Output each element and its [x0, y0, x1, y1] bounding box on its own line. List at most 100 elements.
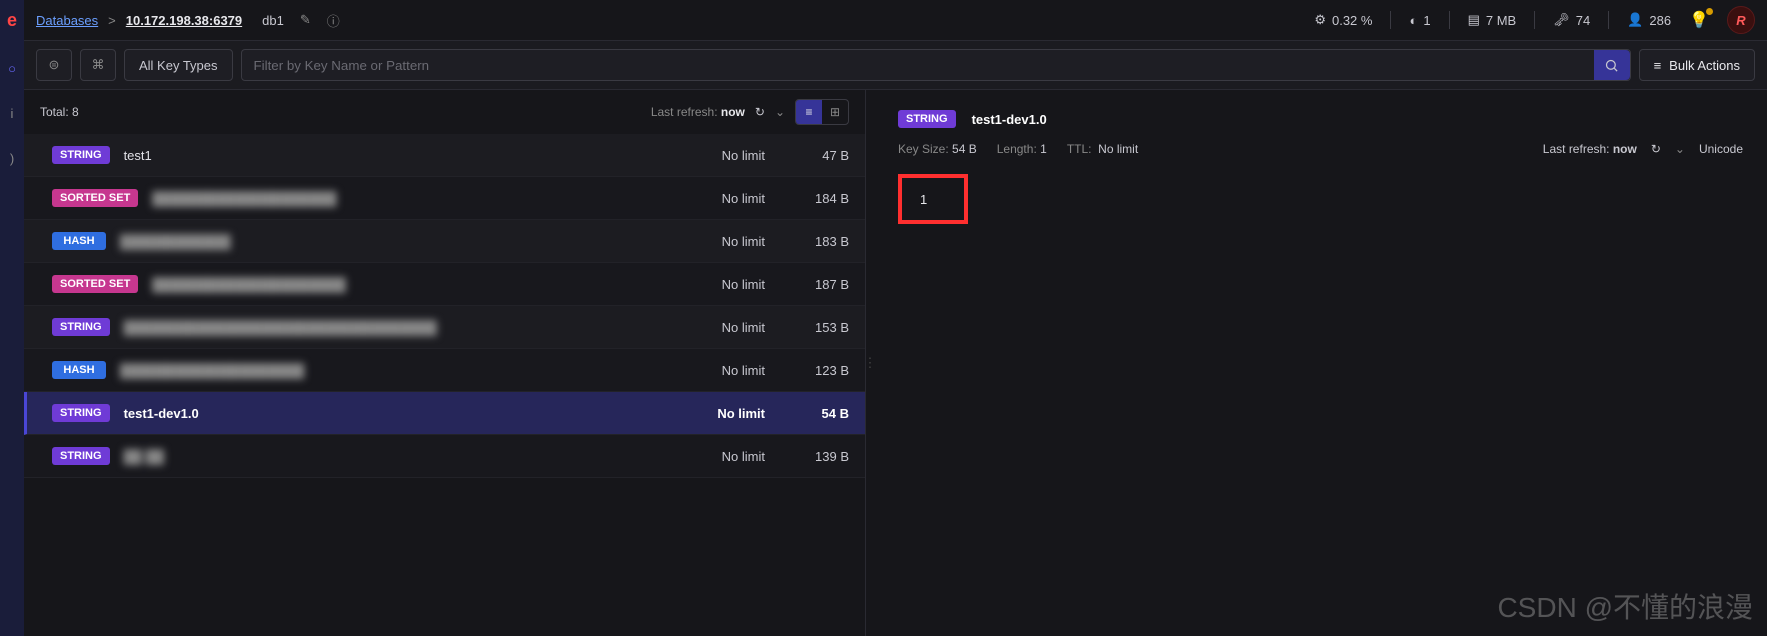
table-row[interactable]: STRINGtest1No limit47 B [24, 134, 865, 177]
chevron-down-icon[interactable]: ⌄ [1675, 142, 1685, 156]
ttl-value: No limit [1098, 142, 1138, 156]
breadcrumb-host[interactable]: 10.172.198.38:6379 [126, 13, 242, 28]
stat-cpu-value: 0.32 % [1332, 13, 1372, 28]
key-name: test1-dev1.0 [124, 406, 671, 421]
redis-button[interactable]: R [1727, 6, 1755, 34]
table-row[interactable]: STRING██████████████████████████████████… [24, 306, 865, 349]
key-type-filter[interactable]: All Key Types [124, 49, 233, 81]
total-label: Total: [40, 105, 69, 119]
search-input[interactable] [242, 50, 1594, 80]
layers-icon: ≡ [1654, 58, 1662, 73]
rail-item-1[interactable]: ○ [8, 61, 16, 76]
detail-refresh-value: now [1613, 142, 1637, 156]
stat-clients: 👤 286 [1627, 12, 1671, 28]
key-ttl: No limit [685, 148, 765, 163]
cli-icon[interactable]: ⌘ [80, 49, 116, 81]
detail-refresh-icon[interactable]: ↻ [1651, 142, 1661, 156]
key-ttl: No limit [685, 234, 765, 249]
type-badge: HASH [52, 232, 106, 250]
table-row[interactable]: SORTED SET████████████████████No limit18… [24, 177, 865, 220]
key-name: ████████████ [120, 234, 671, 249]
key-ttl: No limit [685, 449, 765, 464]
last-refresh-value: now [721, 105, 745, 119]
type-badge: HASH [52, 361, 106, 379]
stat-cpu: ⚙0.32 % [1314, 12, 1372, 28]
key-size: 187 B [779, 277, 849, 292]
tips-icon[interactable]: 💡 [1689, 10, 1709, 30]
type-badge: STRING [52, 404, 110, 422]
tree-view-icon[interactable]: ⊞ [822, 100, 848, 124]
key-size-value: 54 B [952, 142, 977, 156]
table-row[interactable]: STRINGtest1-dev1.0No limit54 B [24, 392, 865, 435]
total-value: 8 [72, 105, 79, 119]
stat-ops-value: 1 [1423, 13, 1430, 28]
divider [1449, 11, 1450, 29]
stat-memory: ▤ 7 MB [1468, 12, 1517, 28]
keys-panel: Total: 8 Last refresh: now ↻ ⌄ ≡ ⊞ [24, 90, 866, 636]
key-size: 153 B [779, 320, 849, 335]
filter-icon[interactable]: ⊜ [36, 49, 72, 81]
edit-icon[interactable]: ✎ [300, 12, 311, 28]
key-name: test1 [124, 148, 671, 163]
value-box[interactable]: 1 [898, 174, 968, 224]
gauge-icon: ◐ [1409, 13, 1417, 28]
detail-panel: STRING test1-dev1.0 Key Size: 54 B Lengt… [874, 90, 1767, 636]
memory-icon: ▤ [1468, 12, 1480, 28]
rail-item-2[interactable]: i [11, 106, 14, 121]
refresh-icon[interactable]: ↻ [755, 105, 765, 119]
key-ttl: No limit [685, 320, 765, 335]
type-badge: SORTED SET [52, 275, 138, 293]
ttl-label: TTL: [1067, 142, 1092, 156]
search-icon [1604, 58, 1619, 73]
chevron-down-icon[interactable]: ⌄ [775, 105, 785, 119]
list-view-icon[interactable]: ≡ [796, 100, 822, 124]
stat-memory-value: 7 MB [1486, 13, 1516, 28]
length-value: 1 [1040, 142, 1047, 156]
key-size: 47 B [779, 148, 849, 163]
topbar: Databases > 10.172.198.38:6379 db1 ✎ ⓘ ⚙… [24, 0, 1767, 40]
breadcrumb-sep: > [108, 13, 116, 28]
key-name: █████████████████████ [152, 277, 671, 292]
table-row[interactable]: HASH████████████████████No limit123 B [24, 349, 865, 392]
panel-resizer[interactable]: ⋮ [866, 90, 874, 636]
breadcrumb-root[interactable]: Databases [36, 13, 98, 28]
bulk-actions-label: Bulk Actions [1669, 58, 1740, 73]
stat-keys: 🗝74 [1553, 12, 1590, 28]
bulk-actions-button[interactable]: ≡ Bulk Actions [1639, 49, 1755, 81]
type-badge: STRING [52, 318, 110, 336]
table-row[interactable]: STRING██ ██No limit139 B [24, 435, 865, 478]
key-size: 139 B [779, 449, 849, 464]
key-ttl: No limit [685, 191, 765, 206]
stat-clients-value: 286 [1649, 13, 1671, 28]
view-toggle: ≡ ⊞ [795, 99, 849, 125]
stat-ops: ◐1 [1409, 13, 1430, 28]
length-label: Length: [997, 142, 1037, 156]
key-name: ████████████████████ [152, 191, 671, 206]
type-badge: STRING [52, 447, 110, 465]
last-refresh-label: Last refresh: [651, 105, 718, 119]
app-logo-icon: e [7, 10, 17, 31]
rail-item-3[interactable]: ) [10, 151, 14, 166]
table-row[interactable]: SORTED SET█████████████████████No limit1… [24, 263, 865, 306]
key-size: 183 B [779, 234, 849, 249]
type-badge: SORTED SET [52, 189, 138, 207]
key-size: 123 B [779, 363, 849, 378]
top-stats: ⚙0.32 % ◐1 ▤7 MB 🗝74 👤286 💡 R [1314, 6, 1755, 34]
key-value: 1 [920, 192, 927, 207]
encoding-select[interactable]: Unicode [1699, 142, 1743, 156]
left-rail: e ○ i ) [0, 0, 24, 636]
keys-header: Total: 8 Last refresh: now ↻ ⌄ ≡ ⊞ [24, 90, 865, 134]
breadcrumb: Databases > 10.172.198.38:6379 db1 ✎ ⓘ [36, 11, 340, 30]
key-ttl: No limit [685, 363, 765, 378]
divider [1608, 11, 1609, 29]
breadcrumb-dbname: db1 [262, 13, 284, 28]
search-button[interactable] [1594, 50, 1630, 80]
key-ttl: No limit [685, 406, 765, 421]
search-wrap [241, 49, 1631, 81]
detail-type-badge: STRING [898, 110, 956, 128]
user-icon: 👤 [1627, 12, 1643, 28]
info-icon[interactable]: ⓘ [327, 11, 340, 30]
detail-key-name: test1-dev1.0 [972, 112, 1047, 127]
keys-list: STRING test1 No limit 47 B SORTED SET ███████… [24, 134, 865, 636]
table-row[interactable]: HASH ████████████ No limit 183 B [24, 220, 865, 263]
